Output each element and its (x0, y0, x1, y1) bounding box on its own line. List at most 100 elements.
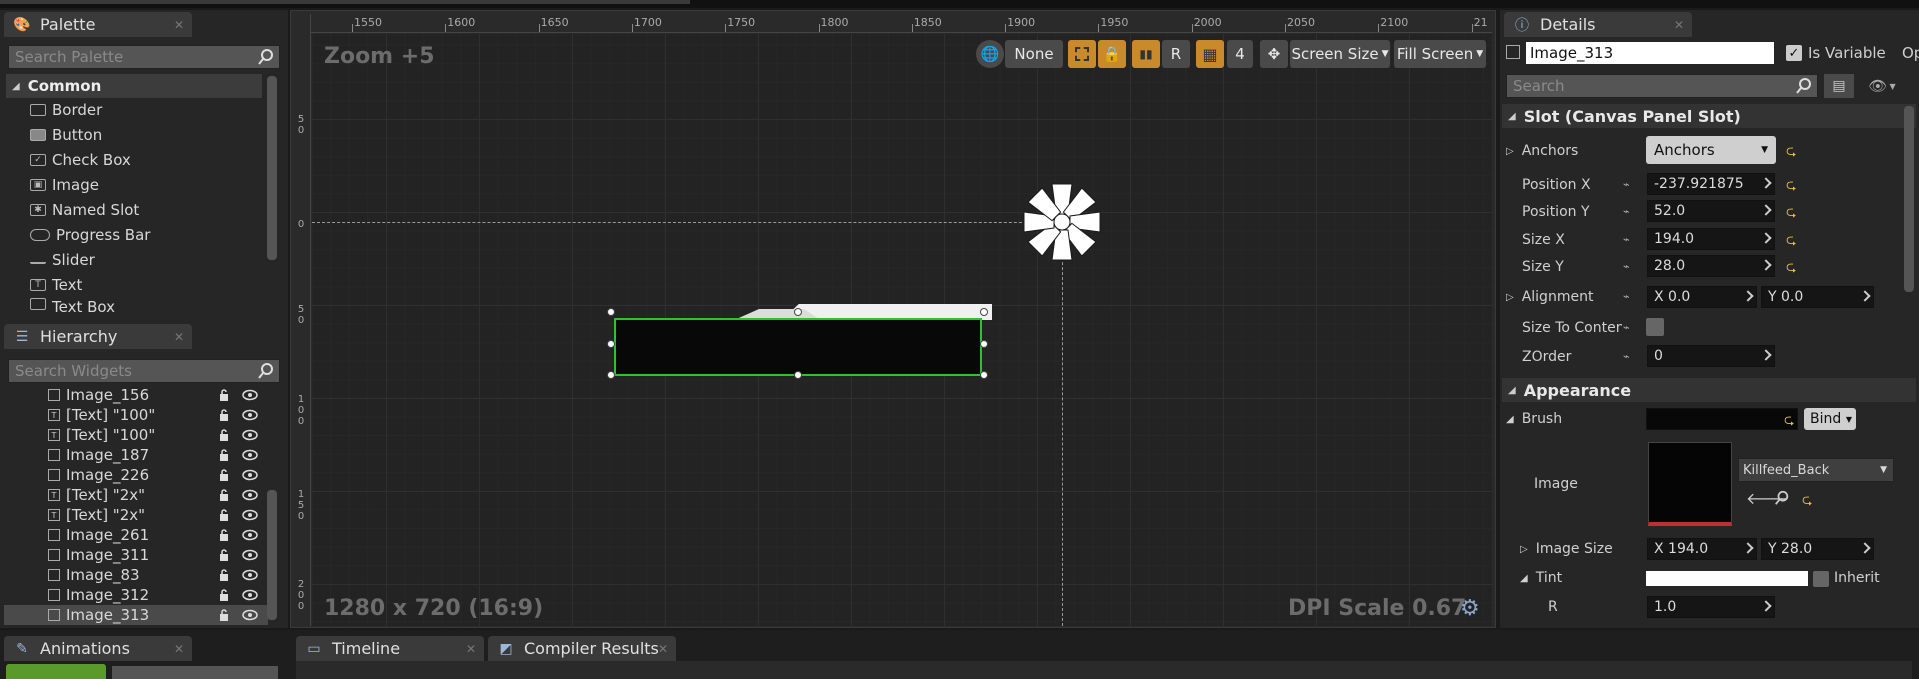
appearance-section-header[interactable]: ◢ Appearance (1502, 378, 1916, 402)
tab-animations[interactable]: ✎ Animations ✕ (4, 636, 192, 661)
alignment-y-field[interactable]: Y 0.0 (1761, 286, 1874, 308)
outline-toggle[interactable] (1068, 40, 1096, 68)
anchor-icon[interactable] (1022, 182, 1102, 262)
property-matrix-button[interactable]: ▤ (1824, 74, 1854, 98)
eye-icon[interactable] (242, 589, 258, 601)
selection-handle[interactable] (980, 340, 988, 348)
palette-scrollbar[interactable] (267, 76, 277, 260)
visibility-filter-button[interactable]: 👁 ▼ (1862, 76, 1902, 96)
hierarchy-row[interactable]: Image_312 (4, 585, 268, 605)
zorder-field[interactable]: 0 (1647, 345, 1775, 367)
lock-icon[interactable] (218, 589, 230, 601)
lock-icon[interactable] (218, 569, 230, 581)
position-y-field[interactable]: 52.0 (1647, 200, 1775, 222)
palette-item-text[interactable]: T Text (30, 273, 82, 297)
eye-icon[interactable] (242, 569, 258, 581)
hierarchy-row[interactable]: Image_83 (4, 565, 268, 585)
eye-icon[interactable] (242, 409, 258, 421)
tab-timeline[interactable]: ▭ Timeline ✕ (296, 636, 484, 661)
animations-search-input[interactable] (112, 666, 278, 679)
hierarchy-row[interactable]: Image_313 (4, 605, 268, 625)
lock-icon[interactable] (218, 609, 230, 621)
move-button[interactable]: ✥ (1260, 40, 1288, 68)
palette-item-image[interactable]: ▣ Image (30, 173, 99, 197)
palette-item-button[interactable]: Button (30, 123, 102, 147)
eye-icon[interactable] (242, 609, 258, 621)
lock-icon[interactable] (218, 509, 230, 521)
details-scrollbar[interactable] (1904, 106, 1914, 292)
tab-palette[interactable]: 🎨 Palette ✕ (4, 12, 192, 37)
palette-item-progress-bar[interactable]: Progress Bar (30, 223, 150, 247)
eye-icon[interactable] (242, 469, 258, 481)
palette-search-input[interactable]: Search Palette (8, 45, 280, 69)
tab-details[interactable]: ⓘ Details ✕ (1504, 12, 1692, 37)
eye-icon[interactable] (242, 489, 258, 501)
palette-item-check-box[interactable]: ✓ Check Box (30, 148, 131, 172)
lock-icon[interactable] (218, 389, 230, 401)
palette-item-named-slot[interactable]: ✱ Named Slot (30, 198, 139, 222)
close-icon[interactable]: ✕ (658, 642, 668, 656)
browse-search-icon[interactable] (1774, 490, 1790, 506)
animations-new-button[interactable] (6, 664, 106, 679)
palette-item-border[interactable]: Border (30, 98, 102, 122)
reset-arrow-icon[interactable]: ⮎ (1786, 142, 1796, 164)
eye-icon[interactable] (242, 529, 258, 541)
grid-snap-toggle[interactable]: ▦ (1196, 40, 1224, 68)
eye-icon[interactable] (242, 509, 258, 521)
layout-toggle[interactable]: ▮▮ (1132, 40, 1160, 68)
reset-arrow-icon[interactable]: ⮎ (1786, 176, 1796, 198)
alignment-x-field[interactable]: X 0.0 (1647, 286, 1757, 308)
brush-color-swatch[interactable] (1646, 408, 1798, 430)
close-icon[interactable]: ✕ (174, 18, 184, 32)
selection-handle[interactable] (607, 371, 615, 379)
hierarchy-search-input[interactable]: Search Widgets (8, 359, 280, 383)
close-icon[interactable]: ✕ (174, 642, 184, 656)
selection-handle[interactable] (980, 308, 988, 316)
hierarchy-row[interactable]: T [Text] "2x" (4, 485, 268, 505)
grid-size-button[interactable]: 4 (1227, 40, 1253, 68)
selection-handle[interactable] (794, 371, 802, 379)
hierarchy-row[interactable]: Image_187 (4, 445, 268, 465)
slot-section-header[interactable]: ◢ Slot (Canvas Panel Slot) (1502, 104, 1916, 128)
eye-icon[interactable] (242, 449, 258, 461)
lock-toggle[interactable]: 🔒 (1098, 40, 1126, 68)
widget-name-input[interactable]: Image_313 (1526, 42, 1774, 64)
gear-icon[interactable]: ⚙ (1460, 596, 1480, 621)
respect-locks-button[interactable]: R (1162, 40, 1190, 68)
image-thumbnail[interactable] (1648, 442, 1732, 526)
reset-arrow-icon[interactable]: ⮎ (1786, 203, 1796, 225)
selection-handle[interactable] (980, 371, 988, 379)
tint-color-swatch[interactable] (1646, 571, 1808, 586)
hierarchy-scrollbar[interactable] (267, 490, 277, 620)
designer-canvas[interactable]: Zoom +5 1280 x 720 (16:9) DPI Scale 0.67… (312, 34, 1492, 626)
lock-icon[interactable] (218, 409, 230, 421)
hierarchy-row[interactable]: Image_261 (4, 525, 268, 545)
image-size-y-field[interactable]: Y 28.0 (1761, 538, 1874, 560)
eye-icon[interactable] (242, 389, 258, 401)
hierarchy-row[interactable]: T [Text] "2x" (4, 505, 268, 525)
image-asset-dropdown[interactable]: Killfeed_Back ▼ (1738, 458, 1894, 482)
palette-item-text-box[interactable]: Text Box (30, 298, 115, 314)
lock-icon[interactable] (218, 529, 230, 541)
hierarchy-row[interactable]: T [Text] "100" (4, 405, 268, 425)
reset-arrow-icon[interactable]: ⮎ (1786, 231, 1796, 253)
details-search-input[interactable]: Search (1506, 74, 1818, 98)
lock-icon[interactable] (218, 549, 230, 561)
tab-compiler-results[interactable]: ◩ Compiler Results ✕ (488, 636, 676, 661)
is-variable-checkbox[interactable]: ✓ (1786, 45, 1802, 61)
fill-screen-dropdown[interactable]: Fill Screen ▼ (1394, 40, 1486, 68)
selection-handle[interactable] (607, 308, 615, 316)
anchors-dropdown[interactable]: Anchors ▼ (1646, 136, 1776, 164)
eye-icon[interactable] (242, 549, 258, 561)
size-y-field[interactable]: 28.0 (1647, 255, 1775, 277)
palette-category-common[interactable]: ◢ Common (6, 74, 262, 98)
globe-button[interactable]: 🌐 (976, 40, 1004, 68)
hierarchy-row[interactable]: T [Text] "100" (4, 425, 268, 445)
tint-r-field[interactable]: 1.0 (1647, 596, 1775, 618)
reset-arrow-icon[interactable]: ⮎ (1784, 411, 1794, 433)
hierarchy-row[interactable]: Image_311 (4, 545, 268, 565)
size-x-field[interactable]: 194.0 (1647, 228, 1775, 250)
close-icon[interactable]: ✕ (174, 330, 184, 344)
image-size-x-field[interactable]: X 194.0 (1647, 538, 1757, 560)
tab-hierarchy[interactable]: ☰ Hierarchy ✕ (4, 324, 192, 349)
